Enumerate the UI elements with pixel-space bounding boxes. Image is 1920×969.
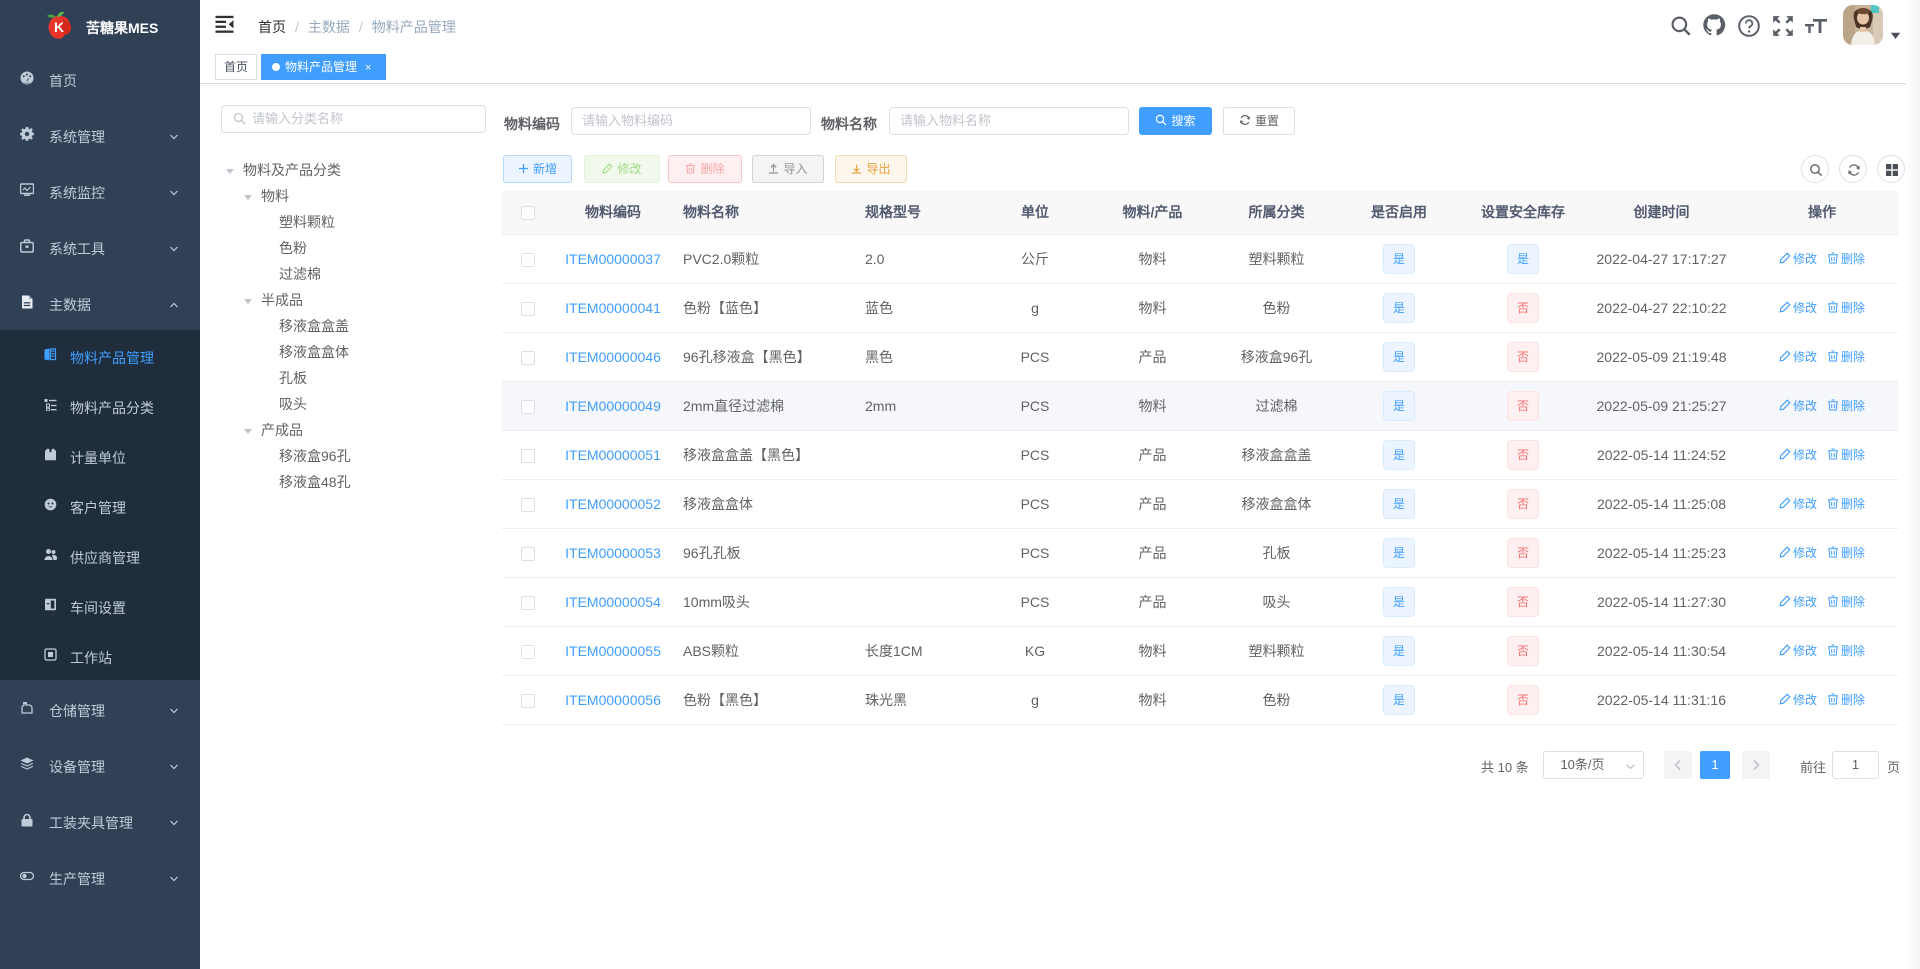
svg-text:K: K [54,19,64,35]
